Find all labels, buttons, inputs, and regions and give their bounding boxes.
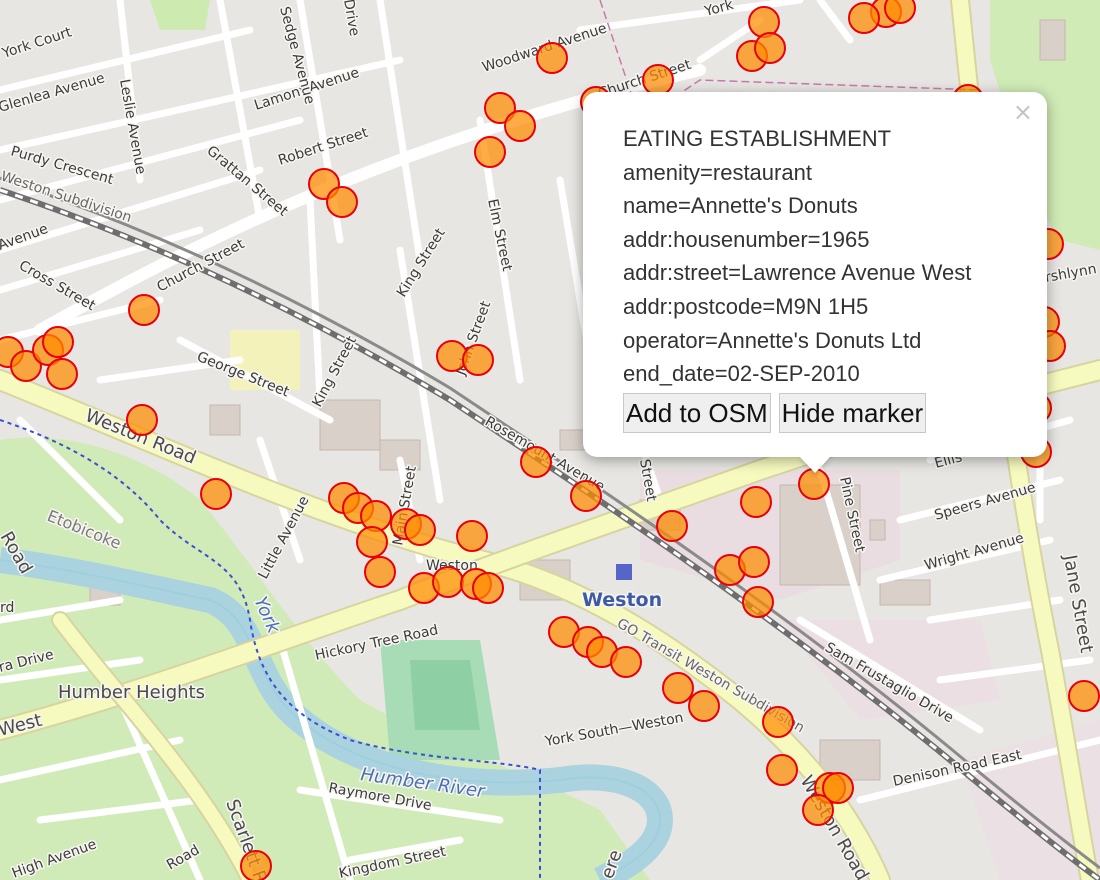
feature-popup: × EATING ESTABLISHMENT amenity=restauran… <box>583 92 1047 473</box>
restaurant-marker[interactable] <box>762 706 794 738</box>
restaurant-marker[interactable] <box>610 646 642 678</box>
map-canvas[interactable]: York Court Leslie Avenue Lamont Avenue S… <box>0 0 1100 880</box>
restaurant-marker[interactable] <box>404 514 436 546</box>
restaurant-marker[interactable] <box>200 478 232 510</box>
restaurant-marker[interactable] <box>240 850 272 880</box>
restaurant-marker[interactable] <box>754 32 786 64</box>
restaurant-marker[interactable] <box>738 546 770 578</box>
restaurant-marker[interactable] <box>504 110 536 142</box>
restaurant-marker[interactable] <box>884 0 916 24</box>
restaurant-marker[interactable] <box>536 42 568 74</box>
restaurant-marker[interactable] <box>688 690 720 722</box>
popup-tip <box>799 456 831 473</box>
popup-tag-operator: operator=Annette's Donuts Ltd <box>623 327 922 353</box>
close-icon[interactable]: × <box>1013 100 1033 124</box>
popup-content: EATING ESTABLISHMENT amenity=restaurant … <box>623 122 1027 391</box>
hide-marker-button[interactable]: Hide marker <box>778 392 927 433</box>
popup-tag-housenumber: addr:housenumber=1965 <box>623 226 870 252</box>
restaurant-marker[interactable] <box>766 754 798 786</box>
restaurant-marker[interactable] <box>326 186 358 218</box>
restaurant-marker[interactable] <box>432 566 464 598</box>
restaurant-marker[interactable] <box>662 672 694 704</box>
popup-tag-postcode: addr:postcode=M9N 1H5 <box>623 293 869 319</box>
restaurant-marker[interactable] <box>1068 680 1100 712</box>
restaurant-marker[interactable] <box>520 446 552 478</box>
popup-tag-end-date: end_date=02-SEP-2010 <box>623 361 860 387</box>
restaurant-marker[interactable] <box>356 526 388 558</box>
restaurant-marker[interactable] <box>360 500 392 532</box>
add-to-osm-button[interactable]: Add to OSM <box>623 392 771 433</box>
restaurant-marker[interactable] <box>364 556 396 588</box>
restaurant-marker[interactable] <box>462 344 494 376</box>
restaurant-marker[interactable] <box>456 520 488 552</box>
restaurant-marker[interactable] <box>748 6 780 38</box>
restaurant-marker[interactable] <box>128 294 160 326</box>
popup-actions: Add to OSM Hide marker <box>623 392 1027 433</box>
popup-tag-street: addr:street=Lawrence Avenue West <box>623 260 972 286</box>
restaurant-marker[interactable] <box>570 480 602 512</box>
restaurant-marker[interactable] <box>656 510 688 542</box>
restaurant-marker[interactable] <box>740 486 772 518</box>
restaurant-marker[interactable] <box>642 64 674 96</box>
restaurant-marker[interactable] <box>848 2 880 34</box>
popup-category: EATING ESTABLISHMENT <box>623 126 892 151</box>
restaurant-marker[interactable] <box>798 468 830 500</box>
restaurant-marker[interactable] <box>472 572 504 604</box>
restaurant-marker[interactable] <box>126 404 158 436</box>
popup-tag-amenity: amenity=restaurant <box>623 159 812 185</box>
restaurant-marker[interactable] <box>436 340 468 372</box>
restaurant-marker[interactable] <box>802 794 834 826</box>
restaurant-marker[interactable] <box>42 326 74 358</box>
restaurant-marker[interactable] <box>474 136 506 168</box>
restaurant-marker[interactable] <box>742 586 774 618</box>
restaurant-marker[interactable] <box>46 358 78 390</box>
popup-tag-name: name=Annette's Donuts <box>623 193 858 219</box>
